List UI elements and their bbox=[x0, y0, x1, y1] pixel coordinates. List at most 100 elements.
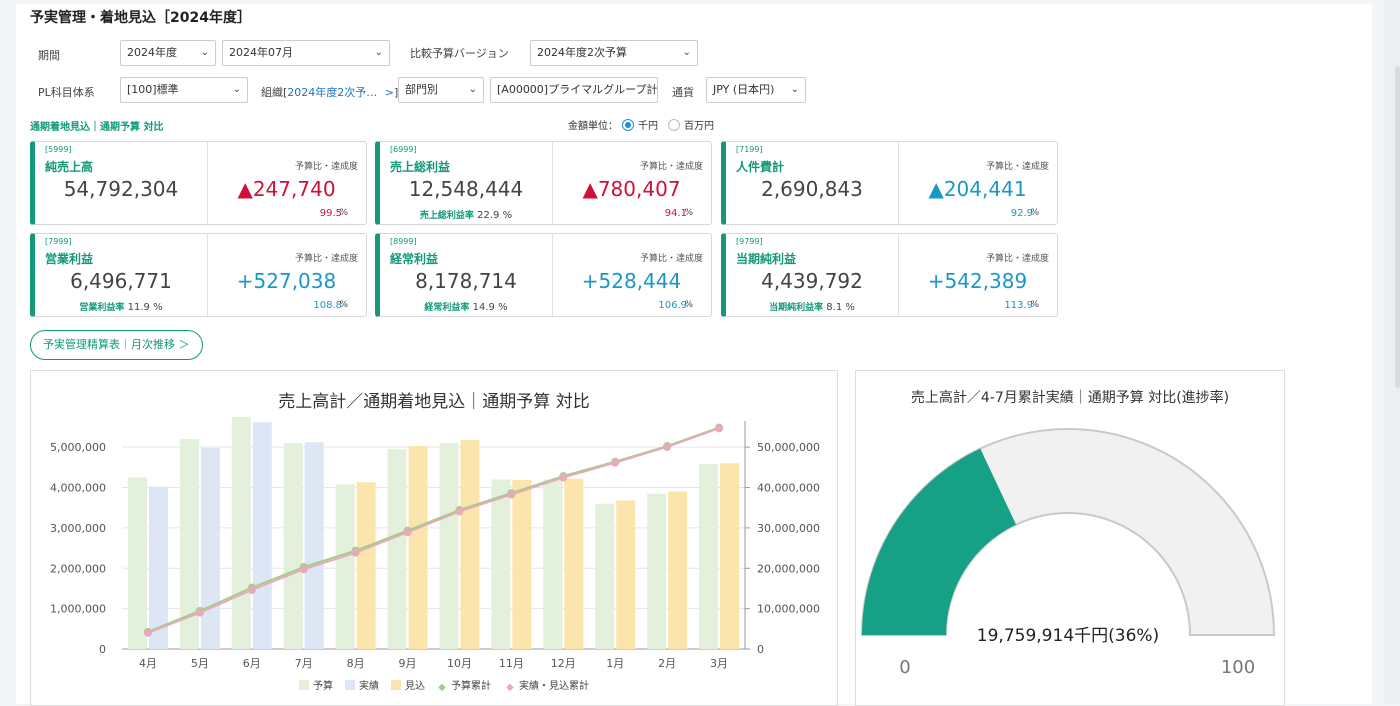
kpi-pct-unit: % bbox=[1030, 300, 1039, 310]
y-tick-label: 2,000,000 bbox=[50, 562, 106, 575]
dashboard-page: 予実管理・着地見込［2024年度］ 期間 2024年度 ⌄ 2024年07月 ⌄… bbox=[16, 4, 1372, 706]
scrollbar-thumb[interactable] bbox=[1395, 66, 1400, 388]
y2-tick-label: 50,000,000 bbox=[757, 441, 820, 454]
currency-label: 通貨 bbox=[672, 86, 694, 99]
chevron-down-icon: ⌄ bbox=[790, 84, 799, 95]
kpi-rate: 経常利益率 14.9 % bbox=[380, 300, 552, 313]
x-tick-label: 9月 bbox=[399, 657, 417, 670]
x-tick-label: 5月 bbox=[191, 657, 209, 670]
y2-tick-label: 40,000,000 bbox=[757, 482, 820, 495]
unit-radio-million[interactable] bbox=[668, 118, 680, 131]
kpi-name: 売上総利益 bbox=[390, 160, 451, 174]
kpi-card[interactable]: [9799] 当期純利益 4,439,792 当期純利益率 8.1 % 予算比・達成度 +… bbox=[721, 233, 1058, 317]
y2-tick-label: 30,000,000 bbox=[757, 522, 820, 535]
kpi-name: 純売上高 bbox=[45, 160, 94, 174]
bar-budget bbox=[647, 493, 667, 649]
section-label: 通期着地見込｜通期予算 対比 bbox=[30, 122, 164, 133]
kpi-card[interactable]: [7999] 営業利益 6,496,771 営業利益率 11.9 % 予算比・達成度 +5… bbox=[30, 233, 367, 317]
x-tick-label: 7月 bbox=[295, 657, 313, 670]
legend-swatch bbox=[391, 680, 401, 690]
kpi-rate-label: 経常利益率 bbox=[424, 303, 470, 313]
sales-chart-panel: 売上高計／通期着地見込｜通期予算 対比 0 1,000,000 2,000,000 3… bbox=[30, 370, 838, 706]
x-tick-label: 11月 bbox=[499, 657, 524, 670]
bar-forecast bbox=[356, 482, 376, 649]
kpi-compare-label: 予算比・達成度 bbox=[294, 162, 358, 172]
actual-cumulative-point bbox=[143, 628, 152, 637]
currency-select[interactable]: JPY (日本円) ⌄ bbox=[706, 77, 806, 103]
actual-cumulative-point bbox=[455, 507, 464, 516]
bar-forecast bbox=[512, 479, 532, 649]
kpi-compare-label: 予算比・達成度 bbox=[639, 254, 703, 264]
bar-forecast bbox=[460, 439, 480, 649]
chevron-down-icon: ⌄ bbox=[232, 84, 241, 95]
month-value: 2024年07月 bbox=[229, 46, 293, 59]
kpi-pct: 106.9 bbox=[658, 300, 687, 311]
fiscal-year-select[interactable]: 2024年度 ⌄ bbox=[120, 40, 216, 66]
unit-option-thousand[interactable]: 千円 bbox=[638, 117, 658, 132]
kpi-rate-value: 11.9 % bbox=[127, 302, 163, 313]
x-tick-label: 1月 bbox=[606, 657, 624, 670]
org-link[interactable]: 2024年度2次予… bbox=[287, 86, 377, 99]
bar-budget bbox=[439, 443, 459, 649]
progress-gauge-panel: 売上高計／4-7月累計実績｜通期予算 対比(進捗率) 19,759,914千円(… bbox=[855, 370, 1285, 706]
kpi-diff: ▲204,441 bbox=[928, 177, 1027, 201]
bar-budget bbox=[283, 443, 303, 649]
x-tick-label: 2月 bbox=[658, 657, 676, 670]
legend-label: 見込 bbox=[405, 680, 425, 692]
kpi-rate-label: 売上総利益率 bbox=[419, 211, 474, 221]
actual-cumulative-point bbox=[195, 608, 204, 617]
legend-marker: ◆ bbox=[506, 682, 514, 693]
y-tick-label: 0 bbox=[99, 643, 106, 656]
kpi-diff: +528,444 bbox=[581, 269, 682, 293]
kpi-code: [6999] bbox=[390, 145, 417, 154]
actual-cumulative-point bbox=[507, 490, 516, 499]
compare-version-select[interactable]: 2024年度2次予算 ⌄ bbox=[530, 40, 698, 66]
org-selector[interactable]: 組織[2024年度2次予… >] bbox=[261, 84, 398, 100]
kpi-value: 8,178,714 bbox=[415, 269, 517, 293]
dept-value-field[interactable]: [A00000]プライマルグループ計 bbox=[490, 77, 658, 103]
kpi-card[interactable]: [5999] 純売上高 54,792,304 予算比・達成度 ▲247,740 99.5% bbox=[30, 141, 367, 225]
chevron-down-icon: ⌄ bbox=[200, 47, 209, 58]
kpi-code: [8999] bbox=[390, 237, 417, 246]
kpi-diff: ▲247,740 bbox=[237, 177, 336, 201]
kpi-compare-label: 予算比・達成度 bbox=[639, 162, 703, 172]
currency-value: JPY (日本円) bbox=[713, 83, 775, 96]
legend-label: 予算累計 bbox=[451, 679, 491, 692]
kpi-card[interactable]: [6999] 売上総利益 12,548,444 売上総利益率 22.9 % 予算比・達成… bbox=[375, 141, 712, 225]
x-tick-label: 10月 bbox=[447, 657, 472, 670]
report-button[interactable]: 予実管理精算表｜月次推移 ＞ bbox=[30, 330, 203, 360]
y-tick-label: 3,000,000 bbox=[50, 522, 106, 535]
month-select[interactable]: 2024年07月 ⌄ bbox=[222, 40, 390, 66]
legend-swatch bbox=[345, 680, 355, 690]
gauge-max-label: 100 bbox=[1221, 657, 1255, 678]
kpi-diff: +542,389 bbox=[927, 269, 1028, 293]
actual-cumulative-point bbox=[247, 585, 256, 594]
kpi-rate-value: 14.9 % bbox=[472, 302, 508, 313]
kpi-card[interactable]: [8999] 経常利益 8,178,714 経常利益率 14.9 % 予算比・達成度 +5… bbox=[375, 233, 712, 317]
kpi-compare-label: 予算比・達成度 bbox=[985, 162, 1049, 172]
actual-cumulative-point bbox=[351, 548, 360, 557]
unit-radio-thousand[interactable] bbox=[622, 118, 634, 131]
gauge-center-label: 19,759,914千円(36%) bbox=[977, 626, 1159, 646]
kpi-name: 営業利益 bbox=[45, 252, 94, 266]
y-tick-label: 4,000,000 bbox=[50, 482, 106, 495]
bar-budget bbox=[491, 479, 511, 649]
dept-mode-select[interactable]: 部門別 ⌄ bbox=[398, 77, 484, 103]
pl-select[interactable]: [100]標準 ⌄ bbox=[120, 77, 248, 103]
legend-label: 実績 bbox=[359, 679, 379, 692]
kpi-diff: ▲780,407 bbox=[582, 177, 681, 201]
chevron-right-icon: > bbox=[384, 86, 395, 99]
y-tick-label: 1,000,000 bbox=[50, 603, 106, 616]
x-tick-label: 4月 bbox=[139, 657, 157, 670]
bar-forecast bbox=[616, 500, 636, 649]
bar-forecast bbox=[720, 463, 740, 649]
x-tick-label: 12月 bbox=[551, 657, 576, 670]
kpi-value: 6,496,771 bbox=[70, 269, 172, 293]
unit-option-million[interactable]: 百万円 bbox=[684, 117, 714, 132]
gauge-fill bbox=[862, 448, 1017, 635]
kpi-card[interactable]: [7199] 人件費計 2,690,843 予算比・達成度 ▲204,441 92.9% bbox=[721, 141, 1058, 225]
kpi-rate-value: 22.9 % bbox=[477, 210, 513, 221]
actual-cumulative-point bbox=[403, 528, 412, 537]
actual-cumulative-point bbox=[663, 442, 672, 451]
legend-marker: ◆ bbox=[438, 682, 446, 693]
